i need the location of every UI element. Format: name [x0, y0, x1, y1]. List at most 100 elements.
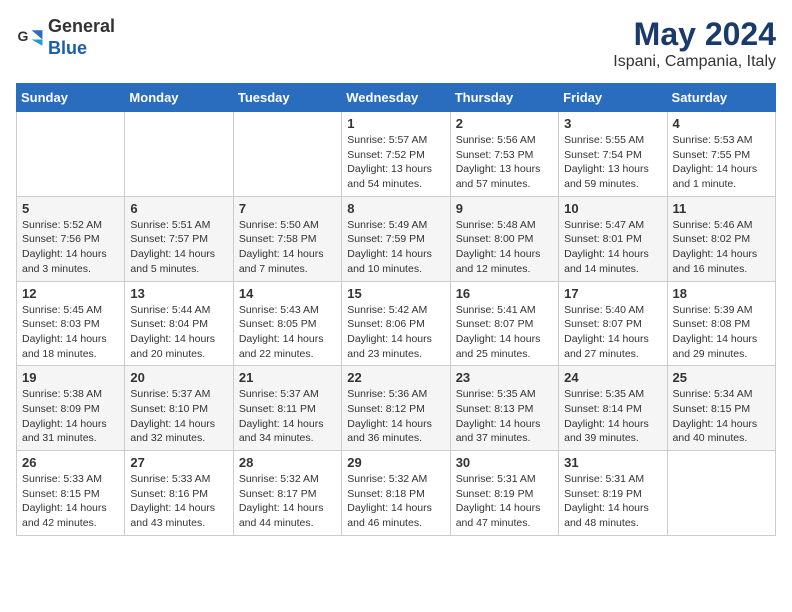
day-number: 18 — [673, 286, 770, 301]
day-info: Sunrise: 5:39 AM Sunset: 8:08 PM Dayligh… — [673, 303, 770, 362]
day-number: 5 — [22, 201, 119, 216]
day-info: Sunrise: 5:31 AM Sunset: 8:19 PM Dayligh… — [564, 472, 661, 531]
day-info: Sunrise: 5:37 AM Sunset: 8:11 PM Dayligh… — [239, 387, 336, 446]
calendar-day-cell: 11 Sunrise: 5:46 AM Sunset: 8:02 PM Dayli… — [667, 196, 775, 281]
day-info: Sunrise: 5:36 AM Sunset: 8:12 PM Dayligh… — [347, 387, 444, 446]
day-info: Sunrise: 5:32 AM Sunset: 8:17 PM Dayligh… — [239, 472, 336, 531]
logo-blue-text: Blue — [48, 38, 87, 58]
day-number: 30 — [456, 455, 553, 470]
calendar-day-cell: 19Sunrise: 5:38 AM Sunset: 8:09 PM Dayli… — [17, 366, 125, 451]
calendar-day-cell: 14 Sunrise: 5:43 AM Sunset: 8:05 PM Dayli… — [233, 281, 341, 366]
day-number: 11 — [673, 201, 770, 216]
calendar-week-row: 12 Sunrise: 5:45 AM Sunset: 8:03 PM Dayli… — [17, 281, 776, 366]
day-number: 8 — [347, 201, 444, 216]
day-info: Sunrise: 5:33 AM Sunset: 8:16 PM Dayligh… — [130, 472, 227, 531]
calendar-day-cell: 8 Sunrise: 5:49 AM Sunset: 7:59 PM Daylig… — [342, 196, 450, 281]
day-info: Sunrise: 5:49 AM Sunset: 7:59 PM Dayligh… — [347, 218, 444, 277]
day-number: 13 — [130, 286, 227, 301]
day-of-week-header: Tuesday — [233, 84, 341, 112]
calendar-day-cell: 28 Sunrise: 5:32 AM Sunset: 8:17 PM Dayli… — [233, 451, 341, 536]
calendar-day-cell: 2 Sunrise: 5:56 AM Sunset: 7:53 PM Daylig… — [450, 112, 558, 197]
calendar-day-cell: 30 Sunrise: 5:31 AM Sunset: 8:19 PM Dayli… — [450, 451, 558, 536]
calendar-day-cell: 22 Sunrise: 5:36 AM Sunset: 8:12 PM Dayli… — [342, 366, 450, 451]
day-info: Sunrise: 5:33 AM Sunset: 8:15 PM Dayligh… — [22, 472, 119, 531]
day-of-week-header: Monday — [125, 84, 233, 112]
calendar-day-cell — [17, 112, 125, 197]
day-number: 9 — [456, 201, 553, 216]
day-info: Sunrise: 5:38 AM Sunset: 8:09 PM Dayligh… — [22, 387, 119, 446]
calendar-week-row: 5Sunrise: 5:52 AM Sunset: 7:56 PM Daylig… — [17, 196, 776, 281]
svg-text:G: G — [18, 28, 29, 44]
calendar-day-cell: 7 Sunrise: 5:50 AM Sunset: 7:58 PM Daylig… — [233, 196, 341, 281]
calendar-day-cell: 1Sunrise: 5:57 AM Sunset: 7:52 PM Daylig… — [342, 112, 450, 197]
calendar-day-cell: 17 Sunrise: 5:40 AM Sunset: 8:07 PM Dayli… — [559, 281, 667, 366]
day-number: 16 — [456, 286, 553, 301]
day-info: Sunrise: 5:34 AM Sunset: 8:15 PM Dayligh… — [673, 387, 770, 446]
day-info: Sunrise: 5:51 AM Sunset: 7:57 PM Dayligh… — [130, 218, 227, 277]
calendar-table: SundayMondayTuesdayWednesdayThursdayFrid… — [16, 83, 776, 536]
month-title: May 2024 — [613, 16, 776, 53]
calendar-day-cell: 16 Sunrise: 5:41 AM Sunset: 8:07 PM Dayli… — [450, 281, 558, 366]
day-number: 1 — [347, 116, 444, 131]
calendar-day-cell: 24Sunrise: 5:35 AM Sunset: 8:14 PM Dayli… — [559, 366, 667, 451]
day-number: 2 — [456, 116, 553, 131]
day-number: 25 — [673, 370, 770, 385]
calendar-day-cell: 23Sunrise: 5:35 AM Sunset: 8:13 PM Dayli… — [450, 366, 558, 451]
day-of-week-header: Thursday — [450, 84, 558, 112]
title-block: May 2024 Ispani, Campania, Italy — [613, 16, 776, 71]
calendar-day-cell — [233, 112, 341, 197]
day-info: Sunrise: 5:50 AM Sunset: 7:58 PM Dayligh… — [239, 218, 336, 277]
day-info: Sunrise: 5:31 AM Sunset: 8:19 PM Dayligh… — [456, 472, 553, 531]
day-of-week-header: Sunday — [17, 84, 125, 112]
day-number: 26 — [22, 455, 119, 470]
day-info: Sunrise: 5:32 AM Sunset: 8:18 PM Dayligh… — [347, 472, 444, 531]
day-number: 29 — [347, 455, 444, 470]
day-of-week-header: Friday — [559, 84, 667, 112]
logo-general-text: General — [48, 16, 115, 36]
calendar-day-cell: 13 Sunrise: 5:44 AM Sunset: 8:04 PM Dayli… — [125, 281, 233, 366]
day-info: Sunrise: 5:41 AM Sunset: 8:07 PM Dayligh… — [456, 303, 553, 362]
day-number: 22 — [347, 370, 444, 385]
day-number: 4 — [673, 116, 770, 131]
calendar-day-cell: 27 Sunrise: 5:33 AM Sunset: 8:16 PM Dayli… — [125, 451, 233, 536]
day-number: 6 — [130, 201, 227, 216]
day-info: Sunrise: 5:44 AM Sunset: 8:04 PM Dayligh… — [130, 303, 227, 362]
logo: G General Blue — [16, 16, 115, 59]
logo-icon: G — [16, 24, 44, 52]
day-info: Sunrise: 5:48 AM Sunset: 8:00 PM Dayligh… — [456, 218, 553, 277]
calendar-day-cell: 31 Sunrise: 5:31 AM Sunset: 8:19 PM Dayli… — [559, 451, 667, 536]
day-number: 14 — [239, 286, 336, 301]
day-number: 17 — [564, 286, 661, 301]
day-number: 10 — [564, 201, 661, 216]
calendar-day-cell: 3Sunrise: 5:55 AM Sunset: 7:54 PM Daylig… — [559, 112, 667, 197]
calendar-day-cell: 10Sunrise: 5:47 AM Sunset: 8:01 PM Dayli… — [559, 196, 667, 281]
day-info: Sunrise: 5:45 AM Sunset: 8:03 PM Dayligh… — [22, 303, 119, 362]
calendar-day-cell: 4Sunrise: 5:53 AM Sunset: 7:55 PM Daylig… — [667, 112, 775, 197]
calendar-day-cell — [667, 451, 775, 536]
calendar-day-cell: 12 Sunrise: 5:45 AM Sunset: 8:03 PM Dayli… — [17, 281, 125, 366]
day-number: 28 — [239, 455, 336, 470]
calendar-week-row: 26 Sunrise: 5:33 AM Sunset: 8:15 PM Dayli… — [17, 451, 776, 536]
calendar-header-row: SundayMondayTuesdayWednesdayThursdayFrid… — [17, 84, 776, 112]
location-title: Ispani, Campania, Italy — [613, 53, 776, 71]
day-number: 3 — [564, 116, 661, 131]
day-number: 7 — [239, 201, 336, 216]
calendar-day-cell: 6 Sunrise: 5:51 AM Sunset: 7:57 PM Daylig… — [125, 196, 233, 281]
day-info: Sunrise: 5:46 AM Sunset: 8:02 PM Dayligh… — [673, 218, 770, 277]
day-number: 20 — [130, 370, 227, 385]
day-info: Sunrise: 5:40 AM Sunset: 8:07 PM Dayligh… — [564, 303, 661, 362]
day-number: 12 — [22, 286, 119, 301]
page-header: G General Blue May 2024 Ispani, Campania… — [16, 16, 776, 71]
calendar-day-cell: 25 Sunrise: 5:34 AM Sunset: 8:15 PM Dayli… — [667, 366, 775, 451]
day-info: Sunrise: 5:56 AM Sunset: 7:53 PM Dayligh… — [456, 133, 553, 192]
day-number: 27 — [130, 455, 227, 470]
day-info: Sunrise: 5:43 AM Sunset: 8:05 PM Dayligh… — [239, 303, 336, 362]
calendar-day-cell: 5Sunrise: 5:52 AM Sunset: 7:56 PM Daylig… — [17, 196, 125, 281]
day-number: 24 — [564, 370, 661, 385]
day-number: 31 — [564, 455, 661, 470]
calendar-day-cell — [125, 112, 233, 197]
day-info: Sunrise: 5:42 AM Sunset: 8:06 PM Dayligh… — [347, 303, 444, 362]
day-of-week-header: Wednesday — [342, 84, 450, 112]
calendar-day-cell: 18 Sunrise: 5:39 AM Sunset: 8:08 PM Dayli… — [667, 281, 775, 366]
day-of-week-header: Saturday — [667, 84, 775, 112]
